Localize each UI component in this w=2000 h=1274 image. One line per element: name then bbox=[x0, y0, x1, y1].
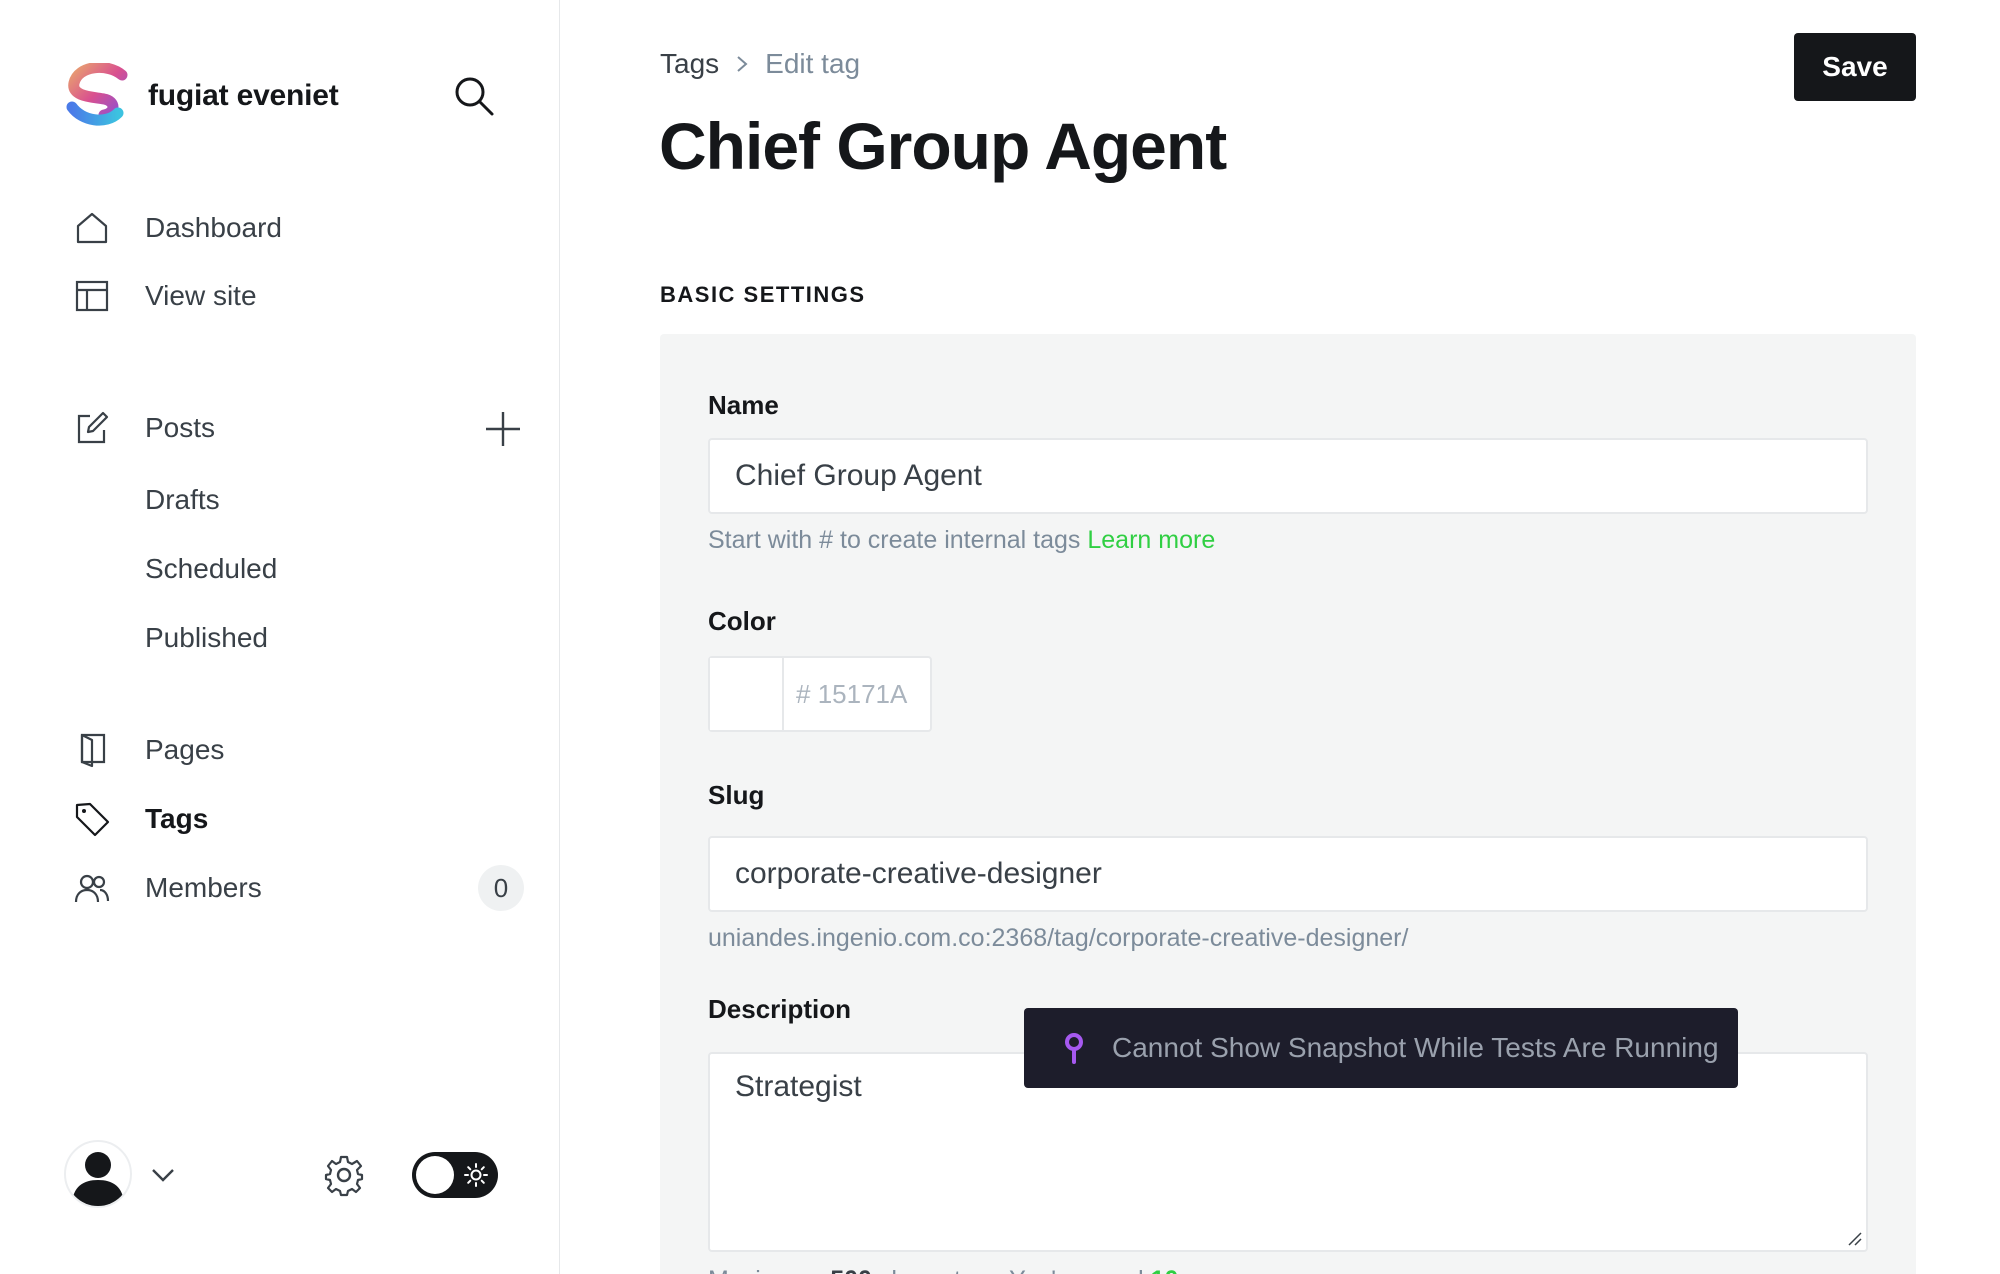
nav-scheduled[interactable]: Scheduled bbox=[145, 547, 277, 591]
members-count-badge: 0 bbox=[478, 865, 524, 911]
plus-icon[interactable] bbox=[484, 410, 522, 448]
color-hex-input[interactable]: # 15171A bbox=[784, 658, 907, 730]
name-hint-text: Start with # to create internal tags bbox=[708, 526, 1081, 554]
toggle-knob bbox=[416, 1156, 454, 1194]
nav-view-site-label: View site bbox=[145, 280, 257, 311]
slug-url-preview: uniandes.ingenio.com.co:2368/tag/corpora… bbox=[708, 924, 1409, 952]
learn-more-link[interactable]: Learn more bbox=[1087, 526, 1215, 554]
breadcrumb-tags-link[interactable]: Tags bbox=[660, 48, 719, 80]
layout-icon bbox=[72, 276, 112, 316]
edit-icon bbox=[72, 408, 112, 448]
nav-pages[interactable]: Pages bbox=[72, 726, 512, 774]
user-avatar-icon bbox=[72, 1152, 124, 1206]
nav-posts[interactable]: Posts bbox=[72, 404, 520, 452]
color-field[interactable]: # 15171A bbox=[708, 656, 932, 732]
color-hash: # bbox=[796, 678, 811, 709]
snapshot-toast: Cannot Show Snapshot While Tests Are Run… bbox=[1024, 1008, 1738, 1088]
name-input[interactable]: Chief Group Agent bbox=[708, 438, 1868, 514]
toast-message: Cannot Show Snapshot While Tests Are Run… bbox=[1112, 1032, 1719, 1063]
sidebar-footer bbox=[64, 1140, 504, 1210]
color-hex-value: 15171A bbox=[817, 678, 908, 709]
nav-members-label: Members bbox=[145, 872, 262, 903]
desc-used-value: 10 bbox=[1151, 1266, 1179, 1274]
site-logo-icon bbox=[66, 63, 128, 126]
nav-published[interactable]: Published bbox=[145, 616, 268, 660]
search-icon[interactable] bbox=[452, 74, 496, 118]
nav-dashboard-label: Dashboard bbox=[145, 212, 282, 243]
nav-members[interactable]: Members 0 bbox=[72, 864, 524, 912]
description-char-count: Maximum: 500 characters. You've used 10 bbox=[708, 1266, 1178, 1274]
gear-icon[interactable] bbox=[322, 1153, 366, 1197]
description-value: Strategist bbox=[735, 1070, 862, 1103]
breadcrumb: Tags Edit tag bbox=[660, 48, 860, 80]
nav-tags-label: Tags bbox=[145, 803, 209, 834]
nav-pages-label: Pages bbox=[145, 734, 225, 765]
members-icon bbox=[72, 868, 112, 908]
desc-max-prefix: Maximum: bbox=[708, 1266, 823, 1274]
nav-tags[interactable]: Tags bbox=[72, 795, 512, 843]
tag-icon bbox=[72, 799, 112, 839]
avatar[interactable] bbox=[64, 1140, 132, 1208]
nav-view-site[interactable]: View site bbox=[72, 272, 512, 320]
desc-max-mid: characters. You've used bbox=[879, 1266, 1144, 1274]
name-label: Name bbox=[708, 390, 779, 420]
brand[interactable]: fugiat eveniet bbox=[64, 63, 339, 128]
sun-icon bbox=[464, 1163, 488, 1187]
page-title: Chief Group Agent bbox=[659, 109, 1227, 183]
save-button[interactable]: Save bbox=[1794, 33, 1916, 101]
basic-settings-panel: Name Chief Group Agent Start with # to c… bbox=[660, 334, 1916, 1274]
nav-drafts[interactable]: Drafts bbox=[145, 478, 220, 522]
pin-icon bbox=[1065, 1033, 1083, 1064]
chevron-down-icon[interactable] bbox=[148, 1160, 178, 1190]
color-label: Color bbox=[708, 606, 776, 636]
slug-input[interactable]: corporate-creative-designer bbox=[708, 836, 1868, 912]
description-label: Description bbox=[708, 994, 852, 1024]
chevron-right-icon bbox=[737, 56, 748, 72]
breadcrumb-current: Edit tag bbox=[765, 48, 861, 79]
section-title-basic-settings: BASIC SETTINGS bbox=[660, 282, 866, 307]
nav-dashboard[interactable]: Dashboard bbox=[72, 204, 512, 252]
color-swatch[interactable] bbox=[710, 658, 784, 730]
nav-posts-label: Posts bbox=[145, 412, 216, 443]
site-name: fugiat eveniet bbox=[148, 79, 339, 112]
desc-max-value: 500 bbox=[830, 1266, 872, 1274]
home-icon bbox=[72, 208, 112, 248]
sidebar: fugiat eveniet Dashboard View site Posts… bbox=[0, 0, 560, 1274]
name-hint: Start with # to create internal tags Lea… bbox=[708, 526, 1215, 555]
page-icon bbox=[72, 730, 112, 770]
theme-toggle[interactable] bbox=[412, 1152, 498, 1198]
slug-label: Slug bbox=[708, 780, 765, 810]
resize-handle-icon[interactable] bbox=[1846, 1230, 1862, 1246]
